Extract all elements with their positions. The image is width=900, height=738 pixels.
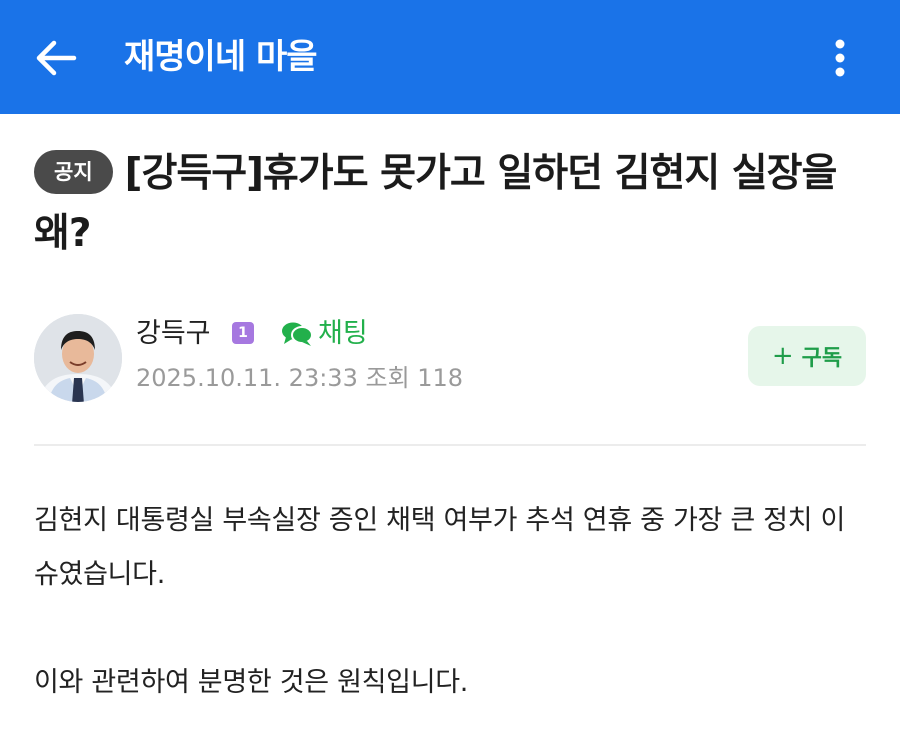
body-paragraph: 이와 관련하여 분명한 것은 원칙입니다. (34, 667, 469, 698)
chat-button[interactable]: 채팅 (280, 316, 368, 352)
author-name[interactable]: 강득구 (136, 316, 211, 352)
more-options-button[interactable] (820, 34, 860, 82)
divider (34, 444, 866, 446)
notice-badge: 공지 (34, 150, 113, 194)
view-count: 조회 118 (365, 364, 464, 392)
post-meta: 2025.10.11. 23:33 조회 118 (136, 362, 463, 394)
subscribe-button[interactable]: + 구독 (748, 326, 866, 386)
post-body: 김현지 대통령실 부속실장 증인 채택 여부가 추석 연휴 중 가장 큰 정치 … (34, 494, 866, 738)
plus-icon: + (771, 341, 794, 371)
post-date: 2025.10.11. 23:33 (136, 364, 358, 392)
chat-label: 채팅 (318, 318, 368, 349)
subscribe-label: 구독 (801, 346, 843, 371)
post-title: 공지 [강득구]휴가도 못가고 일하던 김현지 실장을 왜? (34, 144, 864, 264)
post-title-text: [강득구]휴가도 못가고 일하던 김현지 실장을 왜? (34, 151, 837, 256)
level-badge: 1 (232, 322, 254, 344)
back-button[interactable] (30, 32, 82, 84)
body-paragraph: 김현지 대통령실 부속실장 증인 채택 여부가 추석 연휴 중 가장 큰 정치 … (34, 505, 846, 590)
chat-bubbles-icon (282, 322, 313, 346)
author-photo (34, 314, 122, 402)
app-bar: 재명이네 마을 (0, 0, 900, 114)
more-vertical-icon (835, 39, 845, 77)
page-title: 재명이네 마을 (124, 37, 318, 77)
avatar[interactable] (34, 314, 122, 402)
arrow-left-icon (36, 40, 77, 76)
